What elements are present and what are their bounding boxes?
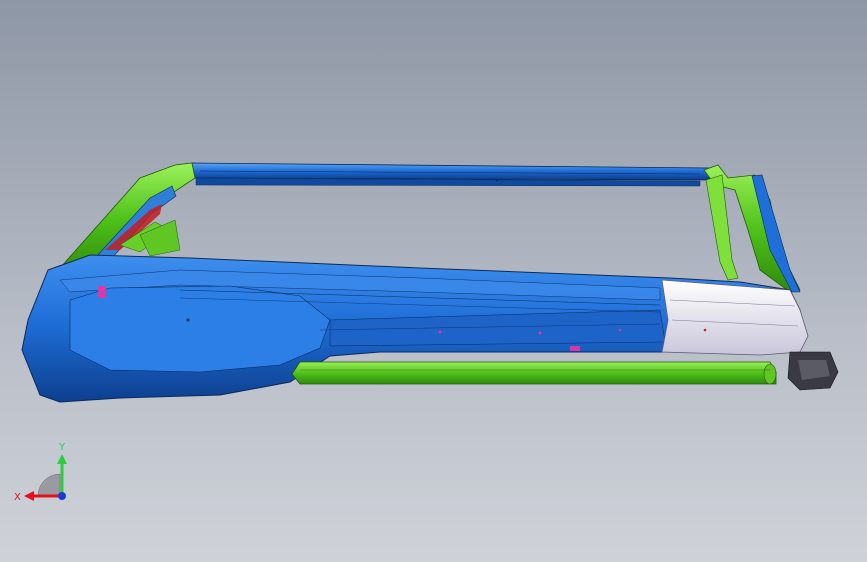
cad-model[interactable] (0, 0, 867, 562)
y-axis-arrowhead (57, 454, 67, 464)
sill-rail[interactable] (291, 361, 777, 385)
x-axis-arrowhead (24, 491, 34, 501)
z-axis-marker (58, 492, 66, 500)
y-axis-label: Y (58, 442, 66, 453)
rear-quarter-section[interactable] (661, 279, 809, 356)
3d-viewport[interactable]: Y X (0, 0, 867, 562)
orientation-triad: Y X (12, 440, 74, 506)
rear-bracket[interactable] (787, 351, 839, 391)
roof-rail[interactable] (191, 162, 713, 187)
x-axis-label: X (14, 492, 21, 503)
rear-pillar[interactable] (703, 164, 801, 293)
